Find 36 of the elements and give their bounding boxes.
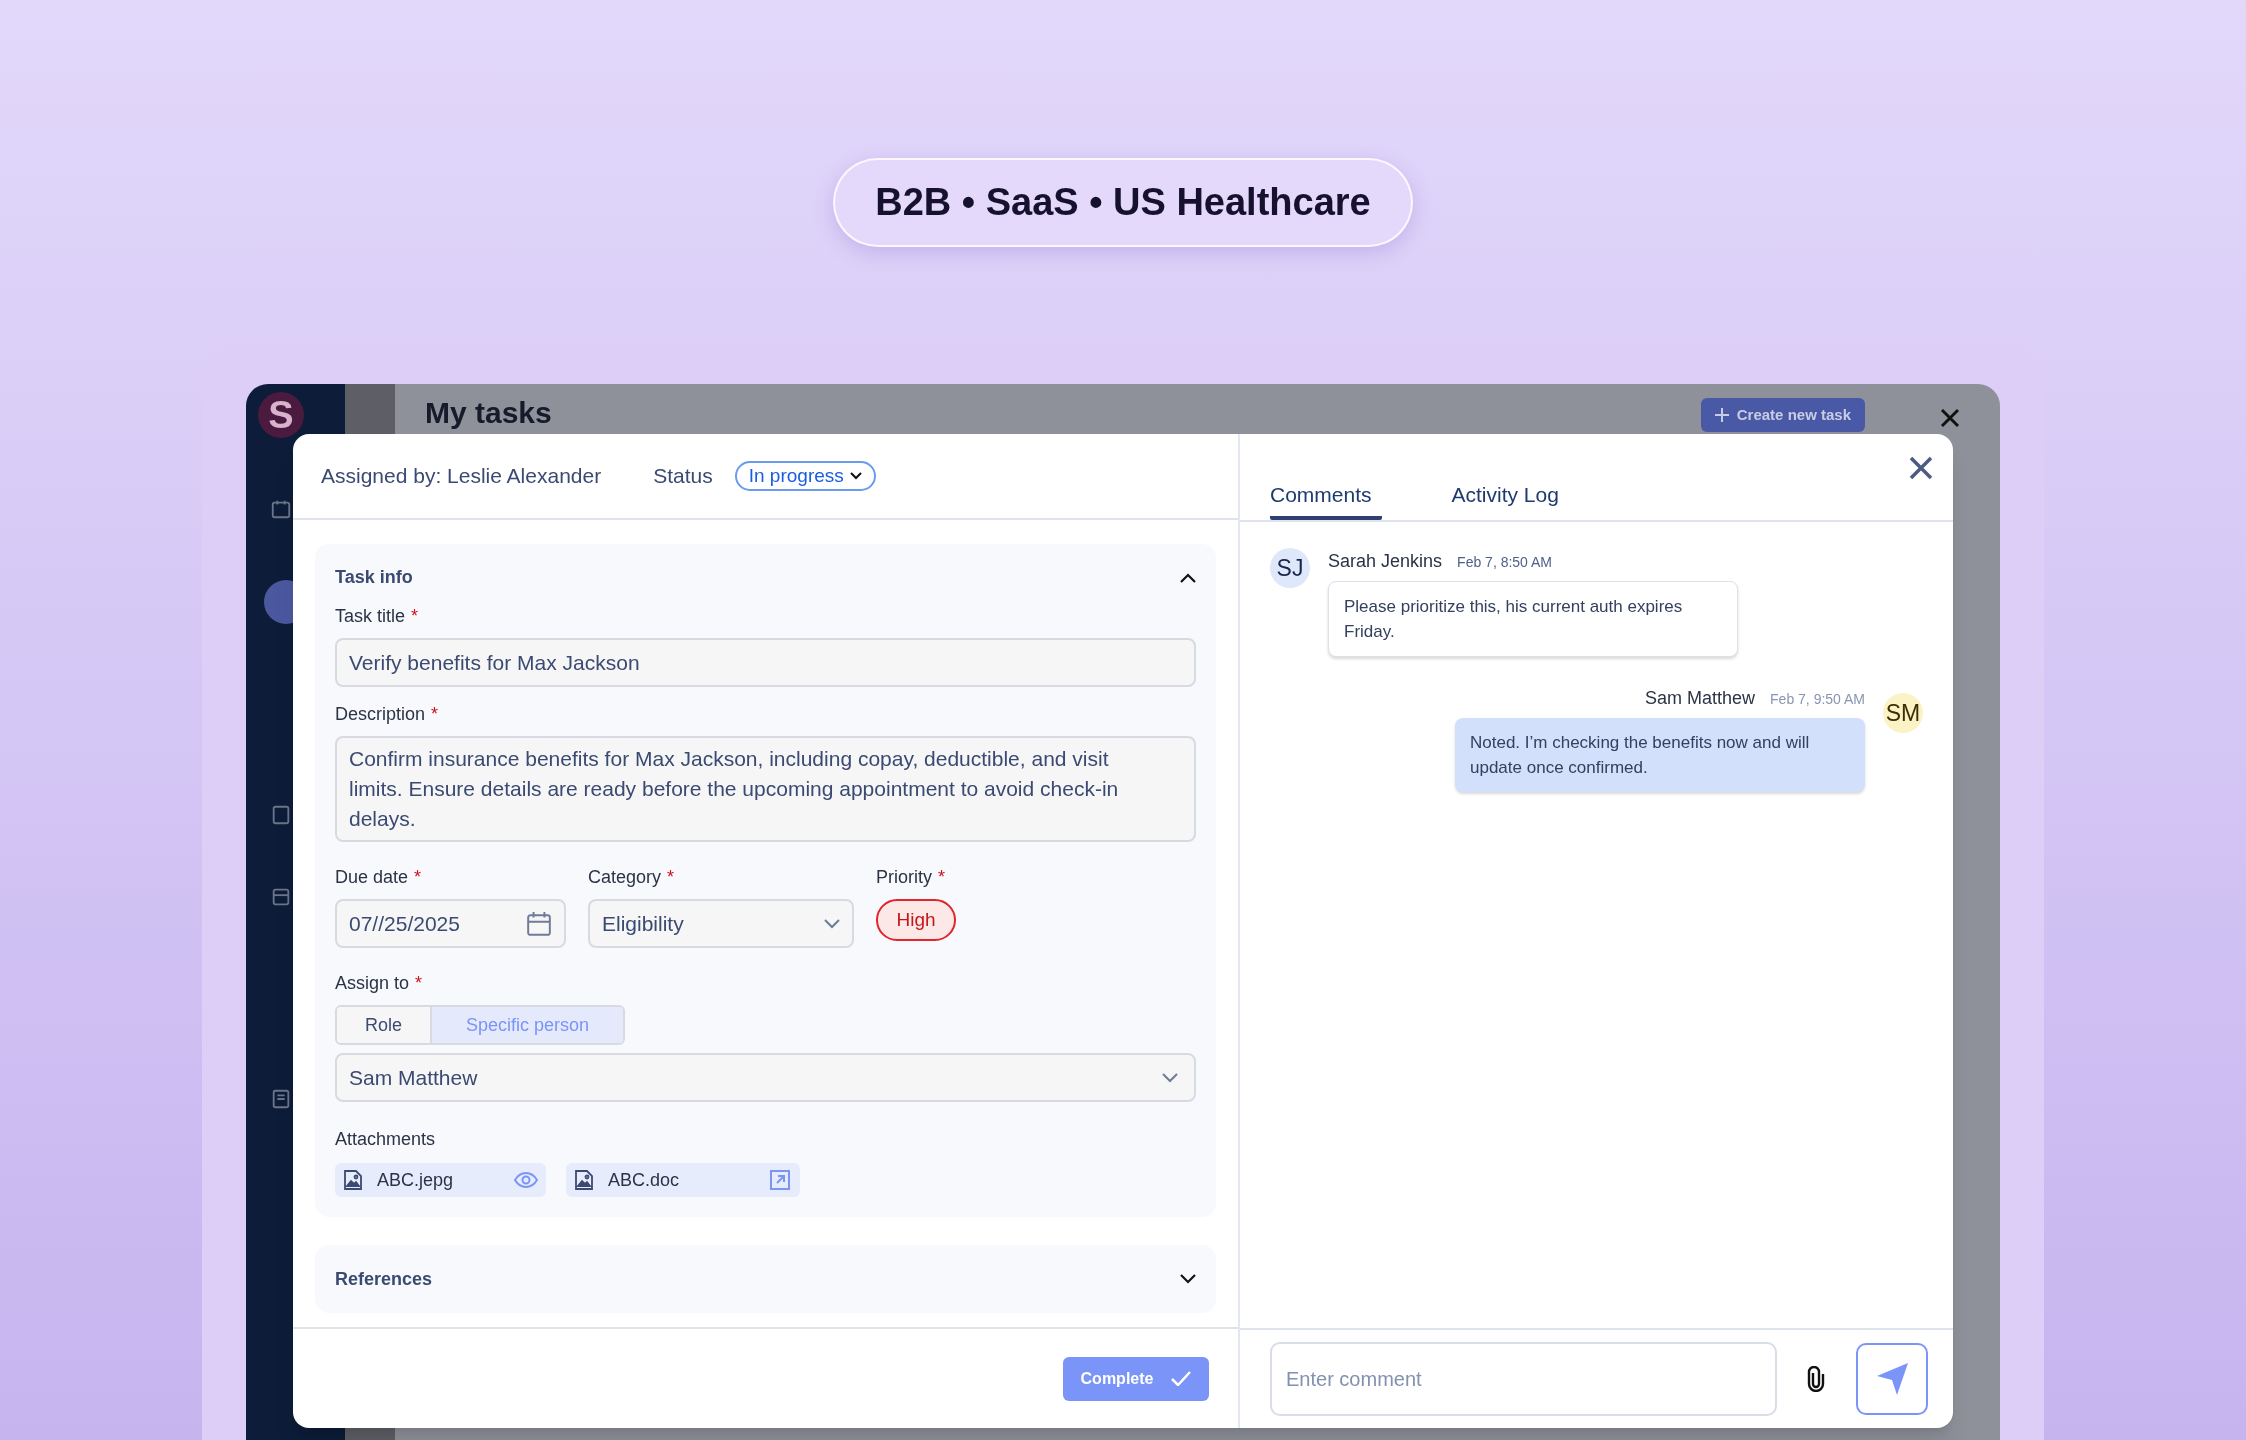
field-label: Category * bbox=[588, 866, 676, 889]
section-title: References bbox=[335, 1267, 433, 1291]
field-label: Attachments bbox=[335, 1128, 437, 1151]
tab[interactable]: Comments bbox=[1270, 478, 1382, 520]
comment-bubble: Noted. I’m checking the benefits now and will update once confirmed. bbox=[1455, 718, 1865, 792]
due-date-field[interactable]: 07//25/2025 bbox=[335, 899, 566, 948]
field-label: Description * bbox=[335, 703, 440, 726]
avatar: SJ bbox=[1270, 548, 1310, 588]
author-name: Sarah Jenkins bbox=[1328, 550, 1443, 573]
attachment-chip[interactable]: ABC.doc bbox=[566, 1163, 800, 1197]
tagline-pill: B2B • SaaS • US Healthcare bbox=[833, 158, 1413, 247]
field-label: Due date * bbox=[335, 866, 423, 889]
assignee-dropdown[interactable]: Sam Matthew bbox=[335, 1053, 1196, 1102]
category-dropdown[interactable]: Eligibility bbox=[588, 899, 854, 948]
task-title-field[interactable]: Verify benefits for Max Jackson bbox=[335, 638, 1196, 687]
comment-bubble: Please prioritize this, his current auth expires Friday. bbox=[1328, 581, 1738, 657]
avatar: SM bbox=[1883, 693, 1923, 733]
attachment-chip[interactable]: ABC.jepg bbox=[335, 1163, 546, 1197]
section-title: Task info bbox=[335, 566, 413, 589]
assign-type-option[interactable]: Role bbox=[337, 1007, 430, 1043]
author-name: Sam Matthew bbox=[1645, 687, 1756, 710]
field-label: Priority * bbox=[876, 866, 947, 889]
description-field[interactable]: Confirm insurance benefits for Max Jackson, including copay, deductible, and visit limits. Ensure details are ready before the upcoming appointment to avoid check-in delays. bbox=[335, 736, 1196, 842]
page-title: My tasks bbox=[425, 395, 552, 431]
assigned-by-text: Assigned by: Leslie Alexander bbox=[321, 463, 602, 490]
comment-input[interactable]: Enter comment bbox=[1270, 1342, 1777, 1416]
logo: S bbox=[258, 392, 304, 438]
status-dropdown[interactable]: In progress bbox=[734, 461, 876, 491]
tab[interactable]: Activity Log bbox=[1451, 478, 1559, 520]
timestamp: Feb 7, 9:50 AM bbox=[1770, 690, 1865, 709]
field-label: Task title * bbox=[335, 605, 420, 628]
status-label: Status bbox=[653, 463, 713, 490]
create-task-button[interactable]: Create new task bbox=[1700, 398, 1865, 432]
timestamp: Feb 7, 8:50 AM bbox=[1457, 553, 1553, 572]
priority-badge[interactable]: High bbox=[876, 899, 956, 941]
field-label: Assign to * bbox=[335, 972, 424, 995]
